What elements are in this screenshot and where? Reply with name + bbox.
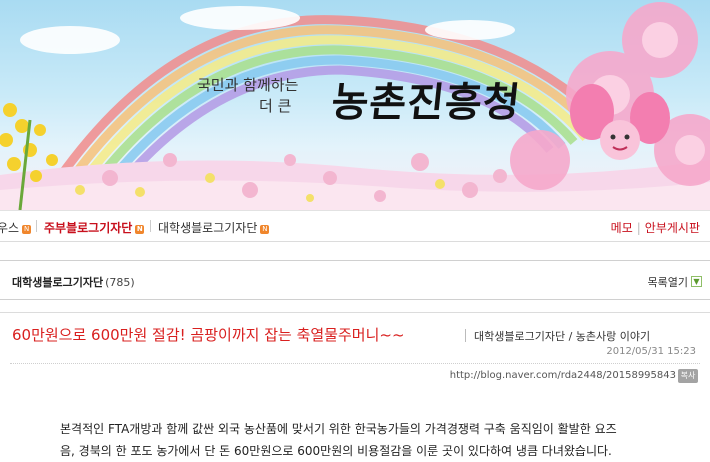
menu-divider [150, 220, 151, 232]
title-divider [465, 329, 466, 342]
post-category-path[interactable]: 대학생블로그기자단 / 농촌사랑 이야기 [474, 328, 650, 344]
menu-item-news[interactable]: 우스 N [0, 219, 32, 236]
post-body-line: 본격적인 FTA개방과 함께 값싼 외국 농산품에 맞서기 위한 한국농가들의 … [60, 422, 617, 436]
post-count: (785) [105, 276, 135, 289]
menu-item-label: 대학생블로그기자단 [158, 221, 258, 235]
blog-menu-bar: 우스 N 주부블로그기자단 N 대학생블로그기자단 N 메모 | 안부게시판 [0, 210, 710, 242]
menu-item-label: 우스 [0, 221, 20, 235]
category-title[interactable]: 대학생블로그기자단 (785) [12, 274, 135, 290]
post-divider [10, 363, 700, 364]
post-container: 60만원으로 600만원 절감! 곰팡이까지 잡는 축열물주머니~~ 대학생블로… [0, 312, 710, 462]
menu-item-housewife-reporters[interactable]: 주부블로그기자단 N [44, 219, 145, 236]
menu-item-label: 주부블로그기자단 [44, 221, 133, 235]
blog-header-banner: 국민과 함께하는 더 큰 농촌진흥청 [0, 0, 710, 210]
category-bar: 대학생블로그기자단 (785) 목록열기 ▼ [0, 260, 710, 300]
list-open-link[interactable]: 목록열기 [648, 274, 688, 290]
guestbook-link[interactable]: 안부게시판 [645, 221, 700, 235]
new-badge-icon: N [260, 225, 270, 234]
chevron-down-icon[interactable]: ▼ [691, 276, 702, 287]
menu-divider [36, 220, 37, 232]
menu-right-links: 메모 | 안부게시판 [611, 219, 700, 236]
post-date: 2012/05/31 15:23 [606, 346, 696, 357]
post-body-line: 음, 경북의 한 포도 농가에서 단 돈 60만원으로 600만원의 비용절감을… [60, 444, 612, 458]
post-permalink[interactable]: http://blog.naver.com/rda2448/2015899584… [450, 370, 676, 381]
post-title[interactable]: 60만원으로 600만원 절감! 곰팡이까지 잡는 축열물주머니~~ [12, 324, 405, 345]
menu-divider: | [636, 221, 641, 235]
blog-logo[interactable]: 농촌진흥청 [329, 70, 524, 128]
new-badge-icon: N [22, 225, 32, 234]
new-badge-icon: N [135, 225, 145, 234]
banner-tagline-2: 더 큰 [259, 97, 292, 115]
memo-link[interactable]: 메모 [611, 221, 633, 235]
banner-tagline: 국민과 함께하는 [197, 76, 299, 94]
copy-url-button[interactable]: 복사 [678, 369, 698, 383]
menu-item-student-reporters[interactable]: 대학생블로그기자단 N [158, 219, 270, 236]
category-name: 대학생블로그기자단 [12, 276, 104, 289]
